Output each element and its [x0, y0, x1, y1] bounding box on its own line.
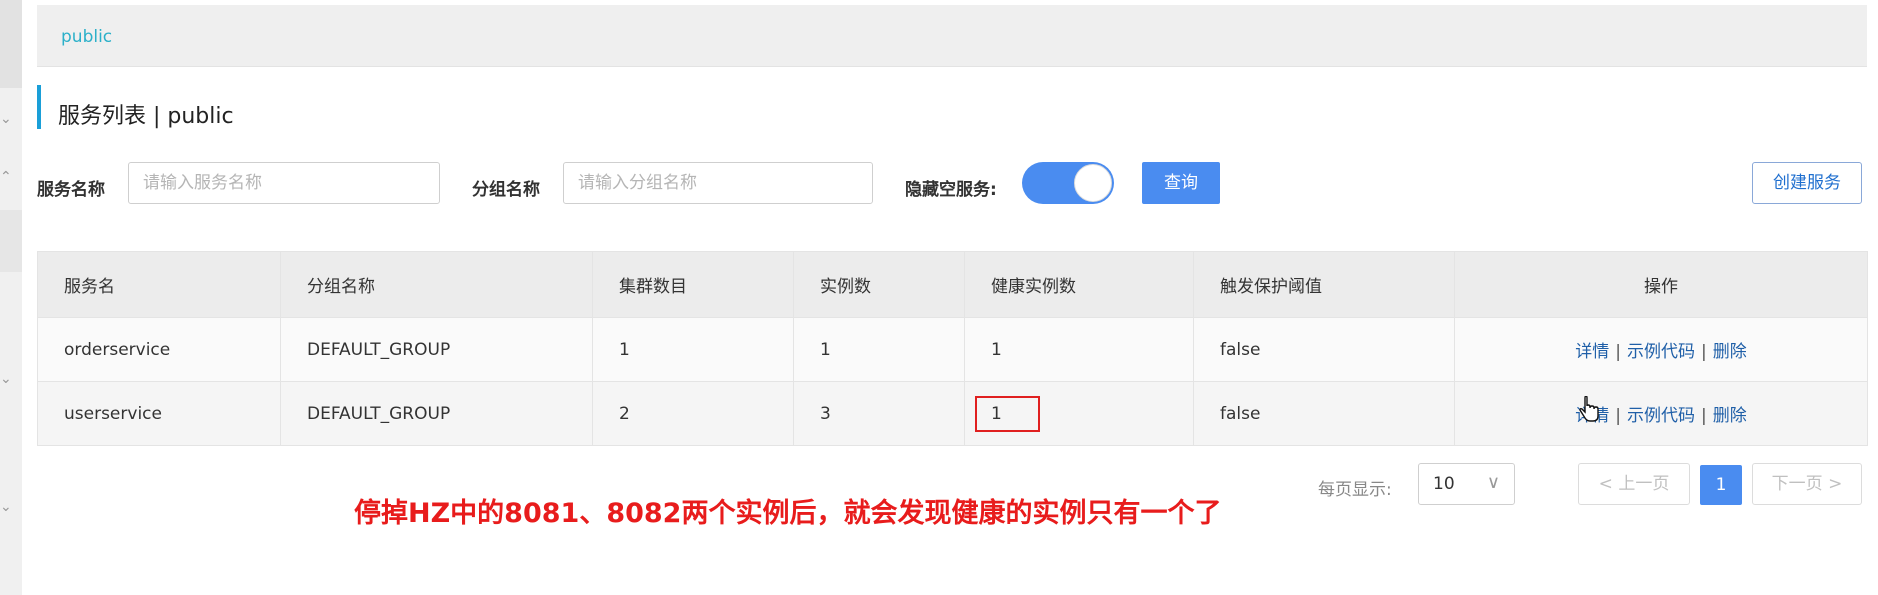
column-header-group-name: 分组名称: [280, 251, 593, 318]
query-button[interactable]: 查询: [1142, 162, 1220, 204]
chevron-up-icon[interactable]: ⌃: [0, 170, 12, 184]
cell-group-name: DEFAULT_GROUP: [280, 381, 593, 446]
page: ⌄ ⌃ ⌄ ⌄ public 服务列表 | public 服务名称 分组名称 隐…: [0, 0, 1878, 595]
service-name-label: 服务名称: [37, 180, 105, 200]
column-header-healthy-count: 健康实例数: [964, 251, 1194, 318]
group-name-input[interactable]: [563, 162, 873, 204]
create-service-button[interactable]: 创建服务: [1752, 162, 1862, 204]
chevron-down-icon[interactable]: ⌄: [0, 372, 12, 386]
cell-service-name: orderservice: [37, 317, 281, 382]
cell-healthy-count: 1: [964, 317, 1194, 382]
separator: |: [1701, 406, 1707, 426]
cell-cluster-count: 1: [592, 317, 794, 382]
sample-code-link[interactable]: 示例代码: [1627, 342, 1695, 362]
prev-page-button[interactable]: < 上一页: [1578, 463, 1690, 505]
cell-service-name: userservice: [37, 381, 281, 446]
per-page-label: 每页显示:: [1318, 480, 1392, 500]
table-header-row: 服务名 分组名称 集群数目 实例数 健康实例数 触发保护阈值 操作: [37, 251, 1868, 318]
namespace-public-link[interactable]: public: [61, 27, 112, 47]
column-header-operations: 操作: [1454, 251, 1868, 318]
cell-protect-threshold: false: [1193, 381, 1455, 446]
hide-empty-label: 隐藏空服务:: [905, 180, 997, 200]
cell-protect-threshold: false: [1193, 317, 1455, 382]
cell-operations: 详情 | 示例代码 | 删除: [1454, 317, 1868, 382]
sidebar-fragment: ⌄ ⌃ ⌄ ⌄: [0, 0, 22, 595]
separator: |: [1701, 342, 1707, 362]
hide-empty-toggle[interactable]: [1022, 162, 1114, 204]
annotation-text: 停掉HZ中的8081、8082两个实例后，就会发现健康的实例只有一个了: [354, 498, 1222, 529]
toggle-knob: [1074, 164, 1112, 202]
page-number-current[interactable]: 1: [1700, 465, 1742, 505]
service-name-input[interactable]: [128, 162, 440, 204]
chevron-down-icon[interactable]: ⌄: [0, 112, 12, 126]
separator: |: [1615, 406, 1621, 426]
delete-link[interactable]: 删除: [1713, 342, 1747, 362]
chevron-down-icon[interactable]: ⌄: [0, 500, 12, 514]
detail-link[interactable]: 详情: [1575, 342, 1609, 362]
per-page-value: 10: [1433, 474, 1455, 494]
namespace-bar: public: [37, 5, 1867, 67]
sidebar-active-block[interactable]: [0, 0, 22, 88]
per-page-select[interactable]: 10 ∨: [1418, 463, 1515, 505]
table-row: orderservice DEFAULT_GROUP 1 1 1 false 详…: [37, 317, 1868, 382]
sample-code-link[interactable]: 示例代码: [1627, 406, 1695, 426]
delete-link[interactable]: 删除: [1713, 406, 1747, 426]
title-accent-bar: [37, 85, 41, 129]
column-header-instance-count: 实例数: [793, 251, 965, 318]
cell-group-name: DEFAULT_GROUP: [280, 317, 593, 382]
hand-pointer-icon: [1579, 396, 1599, 422]
column-header-cluster-count: 集群数目: [592, 251, 794, 318]
chevron-down-icon: ∨: [1486, 472, 1500, 493]
next-page-button[interactable]: 下一页 >: [1752, 463, 1862, 505]
cell-cluster-count: 2: [592, 381, 794, 446]
group-name-label: 分组名称: [472, 180, 540, 200]
cell-healthy-count: 1: [964, 381, 1194, 446]
column-header-service-name: 服务名: [37, 251, 281, 318]
separator: |: [1615, 342, 1621, 362]
page-title: 服务列表 | public: [58, 104, 234, 129]
column-header-protect-threshold: 触发保护阈值: [1193, 251, 1455, 318]
highlighted-healthy-count: 1: [975, 395, 1040, 432]
cell-operations: 详情|示例代码|删除: [1454, 381, 1868, 446]
sidebar-selected-block[interactable]: [0, 210, 22, 272]
cell-instance-count: 1: [793, 317, 965, 382]
cell-instance-count: 3: [793, 381, 965, 446]
